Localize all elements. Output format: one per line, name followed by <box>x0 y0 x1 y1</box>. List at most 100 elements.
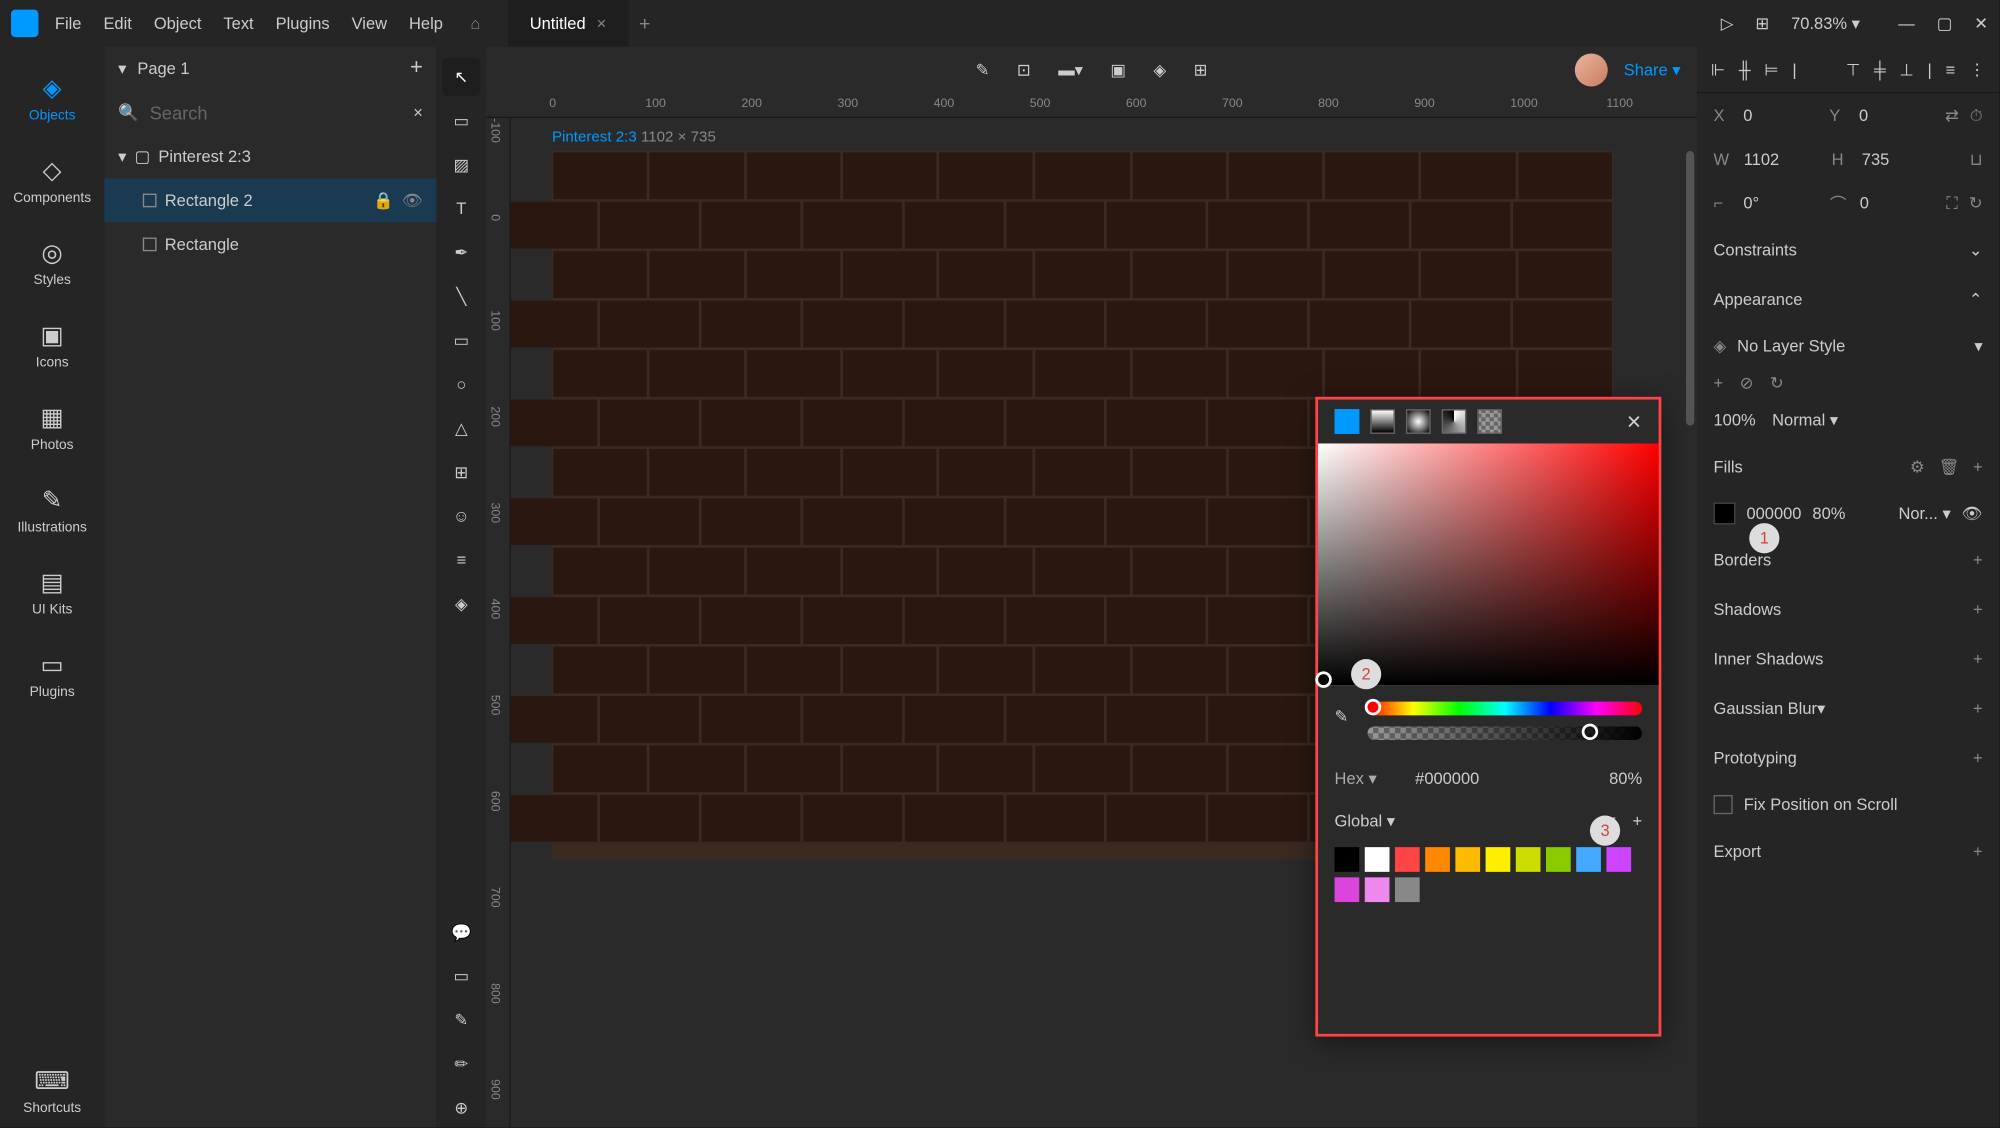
distribute-h-icon[interactable]: ≡ <box>1946 60 1956 79</box>
picker-opacity[interactable]: 80% <box>1609 769 1642 788</box>
hex-value[interactable]: #000000 <box>1415 769 1479 788</box>
more-tool-2[interactable]: ◈ <box>442 585 480 623</box>
maximize-icon[interactable]: ▢ <box>1937 14 1953 33</box>
fill-angular-icon[interactable] <box>1442 409 1467 434</box>
appearance-header[interactable]: Appearance ⌃ <box>1697 275 1999 324</box>
align-top-icon[interactable]: ⊤ <box>1846 60 1860 79</box>
detach-icon[interactable]: ⊘ <box>1740 373 1754 392</box>
rail-shortcuts[interactable]: ⌨Shortcuts <box>0 1056 104 1127</box>
line-tool[interactable]: ╲ <box>442 277 480 315</box>
color-cursor[interactable] <box>1315 671 1331 687</box>
swatch[interactable] <box>1486 847 1511 872</box>
hotspot-tool[interactable]: ▭ <box>442 957 480 995</box>
menu-text[interactable]: Text <box>223 14 253 33</box>
page-name[interactable]: Page 1 <box>137 59 189 78</box>
timer-icon[interactable]: ⏱ <box>1970 105 1983 126</box>
visibility-icon[interactable]: 👁 <box>402 191 423 210</box>
close-window-icon[interactable]: ✕ <box>1974 14 1988 33</box>
add-blur-icon[interactable]: + <box>1973 699 1983 718</box>
chevron-down-icon[interactable]: ▾ <box>118 147 126 166</box>
layer-style-dropdown[interactable]: ◈ No Layer Style ▾ <box>1697 324 1999 368</box>
add-inner-shadow-icon[interactable]: + <box>1973 649 1983 668</box>
swatch[interactable] <box>1365 877 1390 902</box>
share-button[interactable]: Share ▾ <box>1624 60 1681 79</box>
rail-components[interactable]: ◇Components <box>0 146 104 217</box>
swatch[interactable] <box>1576 847 1601 872</box>
fill-linear-icon[interactable] <box>1370 409 1395 434</box>
y-value[interactable]: 0 <box>1859 106 1934 125</box>
frame-tool[interactable]: ▭ <box>442 102 480 140</box>
swatch[interactable] <box>1395 847 1420 872</box>
add-prototype-icon[interactable]: + <box>1973 748 1983 767</box>
alpha-slider[interactable] <box>1368 726 1643 740</box>
fill-add-icon[interactable]: + <box>1973 457 1983 476</box>
swatch[interactable] <box>1455 847 1480 872</box>
menu-view[interactable]: View <box>352 14 387 33</box>
zoom-tool[interactable]: ⊕ <box>442 1089 480 1127</box>
brush-tool[interactable]: ✏ <box>442 1045 480 1083</box>
rail-illustrations[interactable]: ✎Illustrations <box>0 475 104 546</box>
add-tab-button[interactable]: + <box>639 12 650 34</box>
rectangle-tool[interactable]: ▭ <box>442 321 480 359</box>
fill-radial-icon[interactable] <box>1406 409 1431 434</box>
align-right-icon[interactable]: ⊨ <box>1764 60 1778 79</box>
close-picker-icon[interactable]: ✕ <box>1626 410 1642 433</box>
mask-icon[interactable]: ▬▾ <box>1058 60 1083 79</box>
vertical-scrollbar[interactable] <box>1686 151 1694 426</box>
boolean-icon[interactable]: ▣ <box>1110 60 1126 79</box>
zoom-level[interactable]: 70.83% ▾ <box>1791 14 1860 33</box>
opacity-value[interactable]: 100% <box>1714 411 1756 430</box>
swatch[interactable] <box>1546 847 1571 872</box>
menu-edit[interactable]: Edit <box>103 14 131 33</box>
hue-thumb[interactable] <box>1365 699 1381 715</box>
add-global-icon[interactable]: + <box>1632 811 1642 830</box>
minimize-icon[interactable]: — <box>1898 14 1914 33</box>
swatch[interactable] <box>1425 847 1450 872</box>
fill-solid-icon[interactable] <box>1335 409 1360 434</box>
link-icon[interactable]: ⊔ <box>1970 150 1983 169</box>
home-icon[interactable]: ⌂ <box>470 14 480 33</box>
move-tool[interactable]: ↖ <box>442 58 480 96</box>
add-border-icon[interactable]: + <box>1973 551 1983 570</box>
rail-uikits[interactable]: ▤UI Kits <box>0 557 104 628</box>
alpha-thumb[interactable] <box>1582 724 1598 740</box>
component-tool[interactable]: ⊞ <box>442 453 480 491</box>
reset-icon[interactable]: ↻ <box>1770 373 1784 392</box>
close-tab-icon[interactable]: × <box>597 14 607 33</box>
shadows-header[interactable]: Shadows+ <box>1697 585 1999 634</box>
page-chevron-icon[interactable]: ▾ <box>118 59 126 78</box>
swatch[interactable] <box>1335 877 1360 902</box>
fix-scroll-checkbox[interactable] <box>1714 795 1733 814</box>
align-bottom-icon[interactable]: ⊥ <box>1899 60 1913 79</box>
text-tool[interactable]: T <box>442 189 480 227</box>
fill-opacity[interactable]: 80% <box>1812 504 1845 523</box>
fill-settings-icon[interactable]: ⚙ <box>1910 457 1925 476</box>
w-value[interactable]: 1102 <box>1744 150 1821 169</box>
fill-blend[interactable]: Nor... ▾ <box>1898 504 1950 523</box>
rail-photos[interactable]: ▦Photos <box>0 393 104 464</box>
refresh-icon[interactable]: ↻ <box>1969 194 1983 213</box>
hex-label[interactable]: Hex ▾ <box>1335 769 1377 788</box>
constraints-header[interactable]: Constraints ⌄ <box>1697 225 1999 274</box>
borders-header[interactable]: Borders+ <box>1697 535 1999 584</box>
document-tab[interactable]: Untitled × <box>508 0 628 47</box>
export-header[interactable]: Export+ <box>1697 827 1999 876</box>
lock-icon[interactable]: 🔒 <box>373 191 394 210</box>
fix-scroll-row[interactable]: Fix Position on Scroll <box>1697 783 1999 827</box>
ruler-horizontal[interactable]: 0 100 200 300 400 500 600 700 800 900 10… <box>486 93 1697 118</box>
add-style-icon[interactable]: + <box>1714 373 1724 392</box>
align-left-icon[interactable]: ⊩ <box>1711 60 1725 79</box>
swatch[interactable] <box>1516 847 1541 872</box>
distribute-v-icon[interactable]: ⋮ <box>1969 60 1985 79</box>
more-tool-1[interactable]: ≡ <box>442 541 480 579</box>
align-icon[interactable]: ◈ <box>1153 60 1166 79</box>
menu-file[interactable]: File <box>55 14 82 33</box>
layer-rectangle[interactable]: Rectangle <box>104 222 436 266</box>
text-box-icon[interactable]: ⊡ <box>1017 60 1031 79</box>
triangle-tool[interactable]: △ <box>442 409 480 447</box>
eyedropper-tool[interactable]: ✎ <box>442 1001 480 1039</box>
gaussian-header[interactable]: Gaussian Blur ▾+ <box>1697 684 1999 733</box>
swatch[interactable] <box>1606 847 1631 872</box>
app-logo-icon[interactable] <box>11 10 38 37</box>
user-avatar[interactable] <box>1574 54 1607 87</box>
